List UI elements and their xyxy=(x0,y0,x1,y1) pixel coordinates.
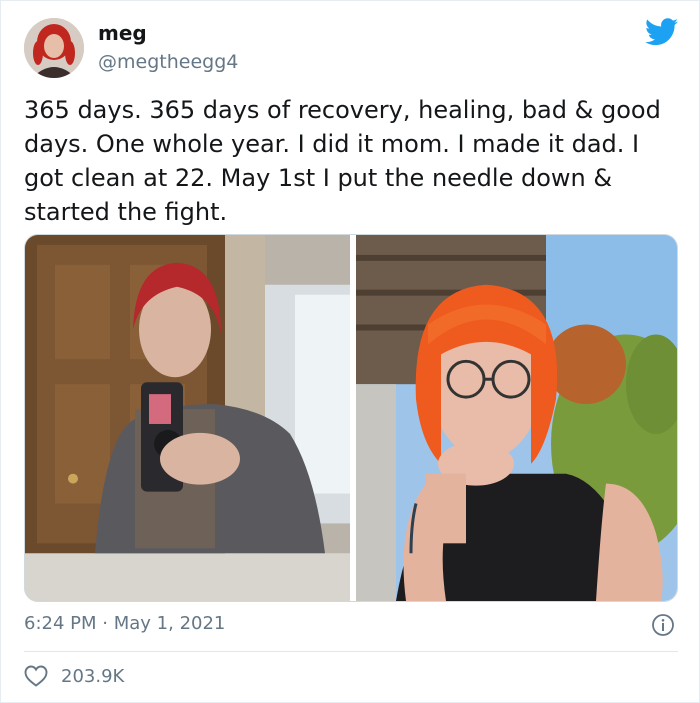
heart-icon xyxy=(24,665,48,687)
divider xyxy=(24,651,678,652)
avatar[interactable] xyxy=(24,18,84,78)
like-count: 203.9K xyxy=(61,665,125,687)
photo-grid xyxy=(24,234,678,602)
info-icon[interactable] xyxy=(651,613,675,637)
like-button[interactable]: 203.9K xyxy=(24,665,124,687)
tweet-date: May 1, 2021 xyxy=(113,613,226,634)
author-name[interactable]: meg xyxy=(98,21,147,45)
author-handle[interactable]: @megtheegg4 xyxy=(98,51,238,73)
separator-dot: · xyxy=(102,613,108,634)
tweet-text: 365 days. 365 days of recovery, healing,… xyxy=(24,96,661,226)
photo-outdoor-selfie[interactable] xyxy=(356,235,678,601)
tweet-card: meg @megtheegg4 365 days. 365 days of re… xyxy=(0,0,700,703)
photo-mirror-selfie[interactable] xyxy=(25,235,350,601)
tweet-timestamp[interactable]: 6:24 PM · May 1, 2021 xyxy=(24,613,225,634)
twitter-bird-icon[interactable] xyxy=(645,18,678,46)
tweet-time: 6:24 PM xyxy=(24,613,97,634)
